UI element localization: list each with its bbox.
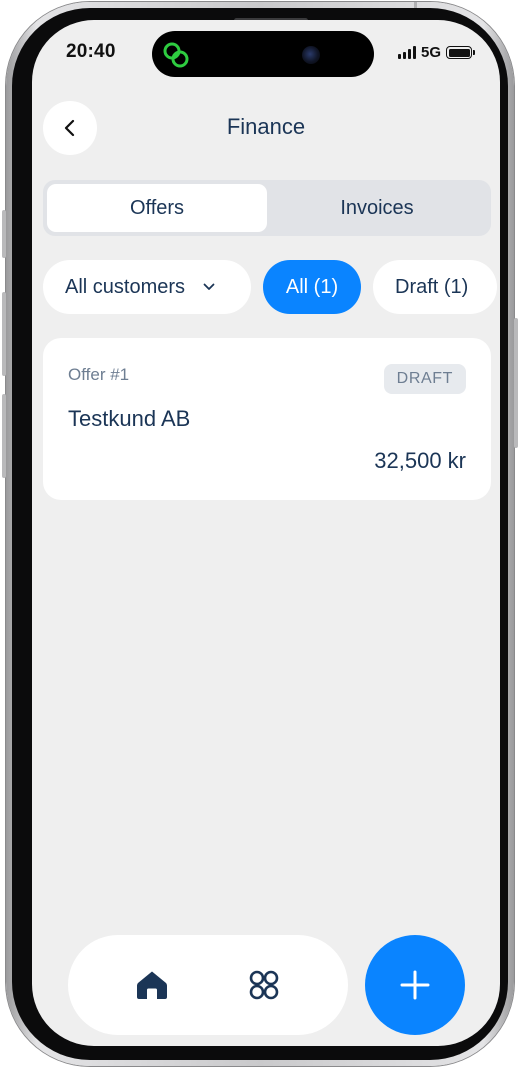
chevron-down-icon [203, 283, 215, 290]
customer-filter-select[interactable]: All customers [43, 260, 251, 314]
status-time: 20:40 [66, 41, 116, 62]
tab-invoices[interactable]: Invoices [267, 184, 487, 232]
action-button [2, 210, 6, 258]
phone-frame: 20:40 5G Finance Offers Invoices All cus… [2, 2, 518, 1066]
page-title: Finance [226, 114, 306, 139]
status-badge: DRAFT [383, 364, 466, 394]
volume-up-button [2, 292, 6, 376]
filter-chip-all[interactable]: All (1) [263, 260, 361, 314]
bottom-nav [68, 935, 348, 1035]
customer-filter-label: All customers [65, 275, 186, 298]
network-type: 5G [420, 44, 441, 61]
power-button [514, 318, 518, 448]
plus-icon [400, 970, 430, 1000]
home-icon [137, 971, 167, 999]
offer-customer: Testkund AB [68, 406, 191, 431]
status-indicators: 5G [397, 44, 475, 61]
apps-grid-icon [249, 970, 279, 1000]
front-camera [302, 46, 320, 64]
battery-icon [446, 46, 475, 59]
offers-invoices-tabs: Offers Invoices [43, 180, 491, 236]
cellular-signal-icon [397, 46, 416, 59]
offer-amount: 32,500 kr [374, 448, 466, 473]
linked-rings-icon [162, 41, 190, 69]
tab-offers[interactable]: Offers [47, 184, 267, 232]
dynamic-island [152, 31, 374, 77]
nav-apps-button[interactable] [238, 959, 290, 1011]
app-screen: 20:40 5G Finance Offers Invoices All cus… [32, 20, 500, 1046]
add-button[interactable] [365, 935, 465, 1035]
offer-number: Offer #1 [68, 365, 130, 384]
volume-down-button [2, 394, 6, 478]
nav-home-button[interactable] [126, 959, 178, 1011]
filter-bar: All customers All (1) Draft (1) [43, 260, 497, 314]
offer-card[interactable]: Offer #1 DRAFT Testkund AB 32,500 kr [43, 338, 491, 500]
filter-chip-draft[interactable]: Draft (1) [373, 260, 497, 314]
